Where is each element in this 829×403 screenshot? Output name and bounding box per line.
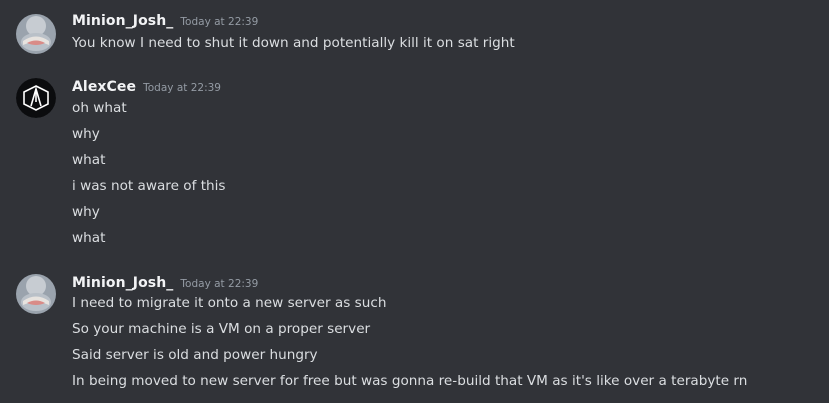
message-text: In being moved to new server for free bu… [72, 373, 748, 389]
message-group: Minion_Josh_ Today at 22:39 You know I ne… [0, 10, 829, 58]
message-text: You know I need to shut it down and pote… [72, 35, 515, 51]
message-header: AlexCee Today at 22:39 [72, 76, 221, 98]
username[interactable]: Minion_Josh_ [72, 13, 173, 29]
linkin-park-avatar-icon[interactable] [16, 78, 56, 118]
message-text: why [72, 204, 100, 220]
message-text: why [72, 126, 100, 142]
minion-avatar-icon[interactable] [16, 14, 56, 54]
message-text: Said server is old and power hungry [72, 347, 318, 363]
timestamp[interactable]: Today at 22:39 [180, 16, 258, 28]
username[interactable]: Minion_Josh_ [72, 275, 173, 291]
timestamp[interactable]: Today at 22:39 [143, 82, 221, 94]
message-text: i was not aware of this [72, 178, 226, 194]
message-text: I need to migrate it onto a new server a… [72, 295, 387, 311]
timestamp[interactable]: Today at 22:39 [180, 278, 258, 290]
message-group: Minion_Josh_ Today at 22:39 I need to mig… [0, 272, 829, 394]
minion-avatar-icon[interactable] [16, 274, 56, 314]
message-header: Minion_Josh_ Today at 22:39 [72, 272, 258, 294]
message-text: what [72, 230, 106, 246]
message-text: what [72, 152, 106, 168]
username[interactable]: AlexCee [72, 79, 136, 95]
message-group: AlexCee Today at 22:39 oh what why what i… [0, 76, 829, 256]
message-header: Minion_Josh_ Today at 22:39 [72, 10, 258, 32]
message-text: oh what [72, 100, 127, 116]
message-text: So your machine is a VM on a proper serv… [72, 321, 371, 337]
